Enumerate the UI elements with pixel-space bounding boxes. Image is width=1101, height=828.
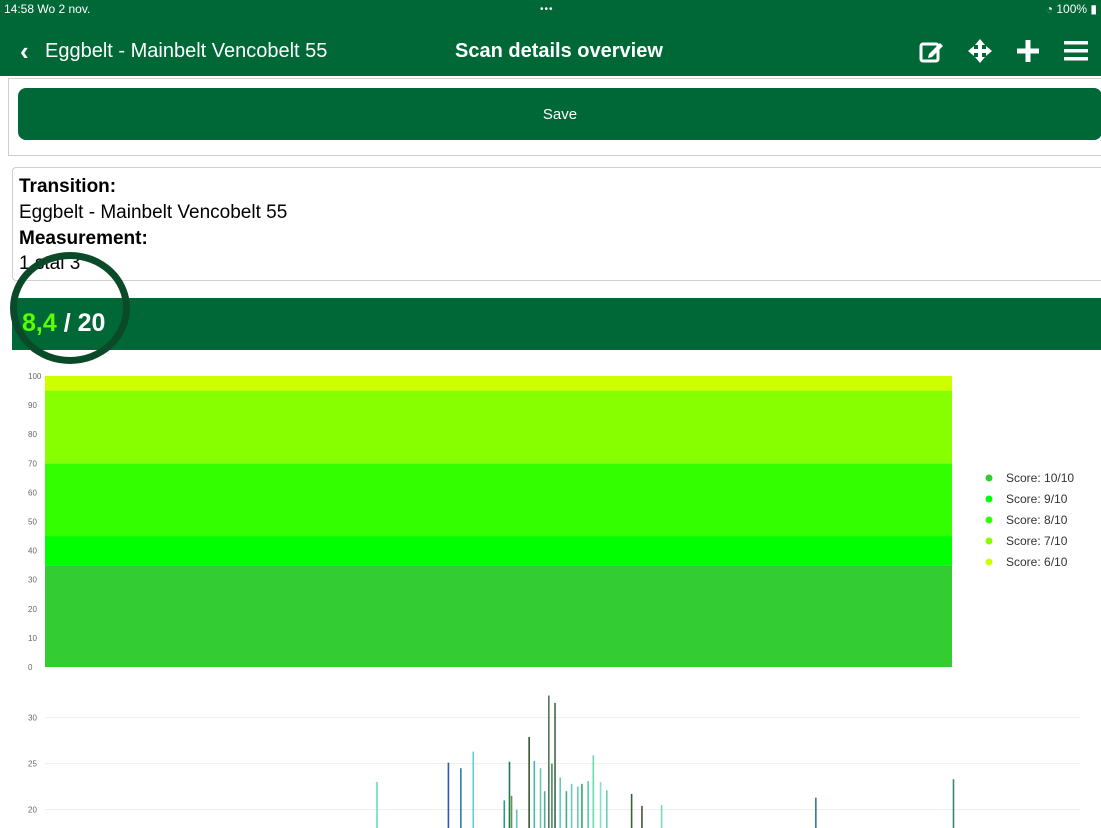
histogram-bar <box>587 781 589 828</box>
back-link[interactable]: Eggbelt - Mainbelt Vencobelt 55 <box>45 40 327 63</box>
histogram-bar <box>554 702 556 828</box>
back-chevron-icon[interactable]: ‹ <box>20 36 29 67</box>
score-value: 8,4 <box>22 309 57 337</box>
legend-label: Score: 6/10 <box>1006 555 1068 569</box>
legend-label: Score: 9/10 <box>1006 492 1068 506</box>
histogram-bar <box>376 782 378 828</box>
histogram-bar <box>503 800 506 828</box>
histogram-bar <box>515 809 518 828</box>
y-tick-label: 30 <box>28 714 37 723</box>
status-time: 14:58 Wo 2 nov. <box>4 2 91 16</box>
score-max: 20 <box>77 309 106 337</box>
histogram-bar <box>576 786 579 828</box>
histogram-bar <box>660 805 663 828</box>
scan-bar-chart: 20 25 30 <box>28 695 1080 828</box>
score-text: 8,4 / 20 <box>22 309 105 338</box>
legend-dot <box>985 474 993 482</box>
y-tick-label: 20 <box>28 605 37 614</box>
toolbar <box>917 36 1091 66</box>
legend-label: Score: 8/10 <box>1006 513 1068 527</box>
transition-label: Transition: <box>19 176 117 197</box>
histogram-bar <box>548 695 550 828</box>
histogram-bar <box>447 762 450 828</box>
histogram-bar <box>559 777 561 828</box>
histogram-bar <box>510 795 513 828</box>
battery-status: ◔ 100% ▮ <box>1046 2 1097 16</box>
y-tick-label: 0 <box>28 663 33 672</box>
histogram-bar <box>508 761 511 828</box>
score-band <box>45 536 952 566</box>
histogram-bar <box>605 790 608 828</box>
histogram-bar <box>565 791 568 828</box>
y-tick-label: 20 <box>28 806 37 815</box>
measurement-label: Measurement: <box>19 228 148 249</box>
y-tick-label: 70 <box>28 459 37 468</box>
histogram-bar <box>460 768 462 828</box>
histogram-bar <box>543 791 546 828</box>
histogram-bar <box>952 779 955 828</box>
histogram-bar <box>599 782 602 828</box>
page-title: Scan details overview <box>455 40 663 62</box>
score-band-chart: 0 10 20 30 40 50 60 70 80 90 100 Score: 10/10 Score:… <box>28 372 1074 672</box>
nav-bar: ‹ Eggbelt - Mainbelt Vencobelt 55 Scan d… <box>0 30 1101 76</box>
legend-dot <box>985 516 993 524</box>
y-tick-label: 10 <box>28 634 37 643</box>
score-separator: / <box>56 309 78 337</box>
scan-info-panel: Transition: Eggbelt - Mainbelt Vencobelt… <box>12 167 1101 281</box>
legend-dot <box>985 537 993 545</box>
y-tick-label: 30 <box>28 576 37 585</box>
histogram-bar <box>570 783 573 828</box>
histogram-bar <box>592 755 595 828</box>
legend-label: Score: 10/10 <box>1006 471 1074 485</box>
histogram-bar <box>815 797 817 828</box>
histogram-bar <box>581 783 583 828</box>
measurement-value: 1 stal 3 <box>19 253 81 274</box>
histogram-bar <box>528 736 530 828</box>
histogram-bar <box>539 768 542 828</box>
wifi-icon: ◔ <box>1045 2 1053 16</box>
score-band <box>45 463 952 537</box>
move-icon[interactable] <box>965 36 995 66</box>
score-band <box>45 376 952 391</box>
score-bar: 8,4 / 20 <box>12 298 1101 350</box>
save-button[interactable]: Save <box>18 88 1101 140</box>
y-tick-label: 50 <box>28 518 37 527</box>
score-band <box>45 565 952 667</box>
plus-icon[interactable] <box>1013 36 1043 66</box>
status-bar: 14:58 Wo 2 nov. ••• ◔ 100% ▮ <box>0 0 1101 30</box>
save-panel: Save <box>8 78 1101 156</box>
edit-icon[interactable] <box>917 36 947 66</box>
menu-icon[interactable] <box>1061 36 1091 66</box>
y-tick-label: 60 <box>28 488 37 497</box>
transition-value: Eggbelt - Mainbelt Vencobelt 55 <box>19 202 288 223</box>
legend-dot <box>985 558 993 566</box>
battery-icon: ▮ <box>1090 2 1097 16</box>
battery-label: 100% <box>1056 2 1088 16</box>
histogram-bar <box>533 760 536 828</box>
y-tick-label: 25 <box>28 760 37 769</box>
histogram-bar <box>551 763 553 828</box>
legend-dot <box>985 495 993 503</box>
multitask-dots[interactable]: ••• <box>540 4 554 15</box>
y-tick-label: 40 <box>28 547 37 556</box>
histogram-bar <box>472 751 475 828</box>
y-tick-label: 90 <box>28 401 37 410</box>
legend-label: Score: 7/10 <box>1006 534 1068 548</box>
score-band <box>45 390 952 464</box>
y-tick-label: 80 <box>28 430 37 439</box>
y-tick-label: 100 <box>28 372 42 381</box>
histogram-bar <box>641 805 643 828</box>
histogram-bar <box>630 793 633 828</box>
